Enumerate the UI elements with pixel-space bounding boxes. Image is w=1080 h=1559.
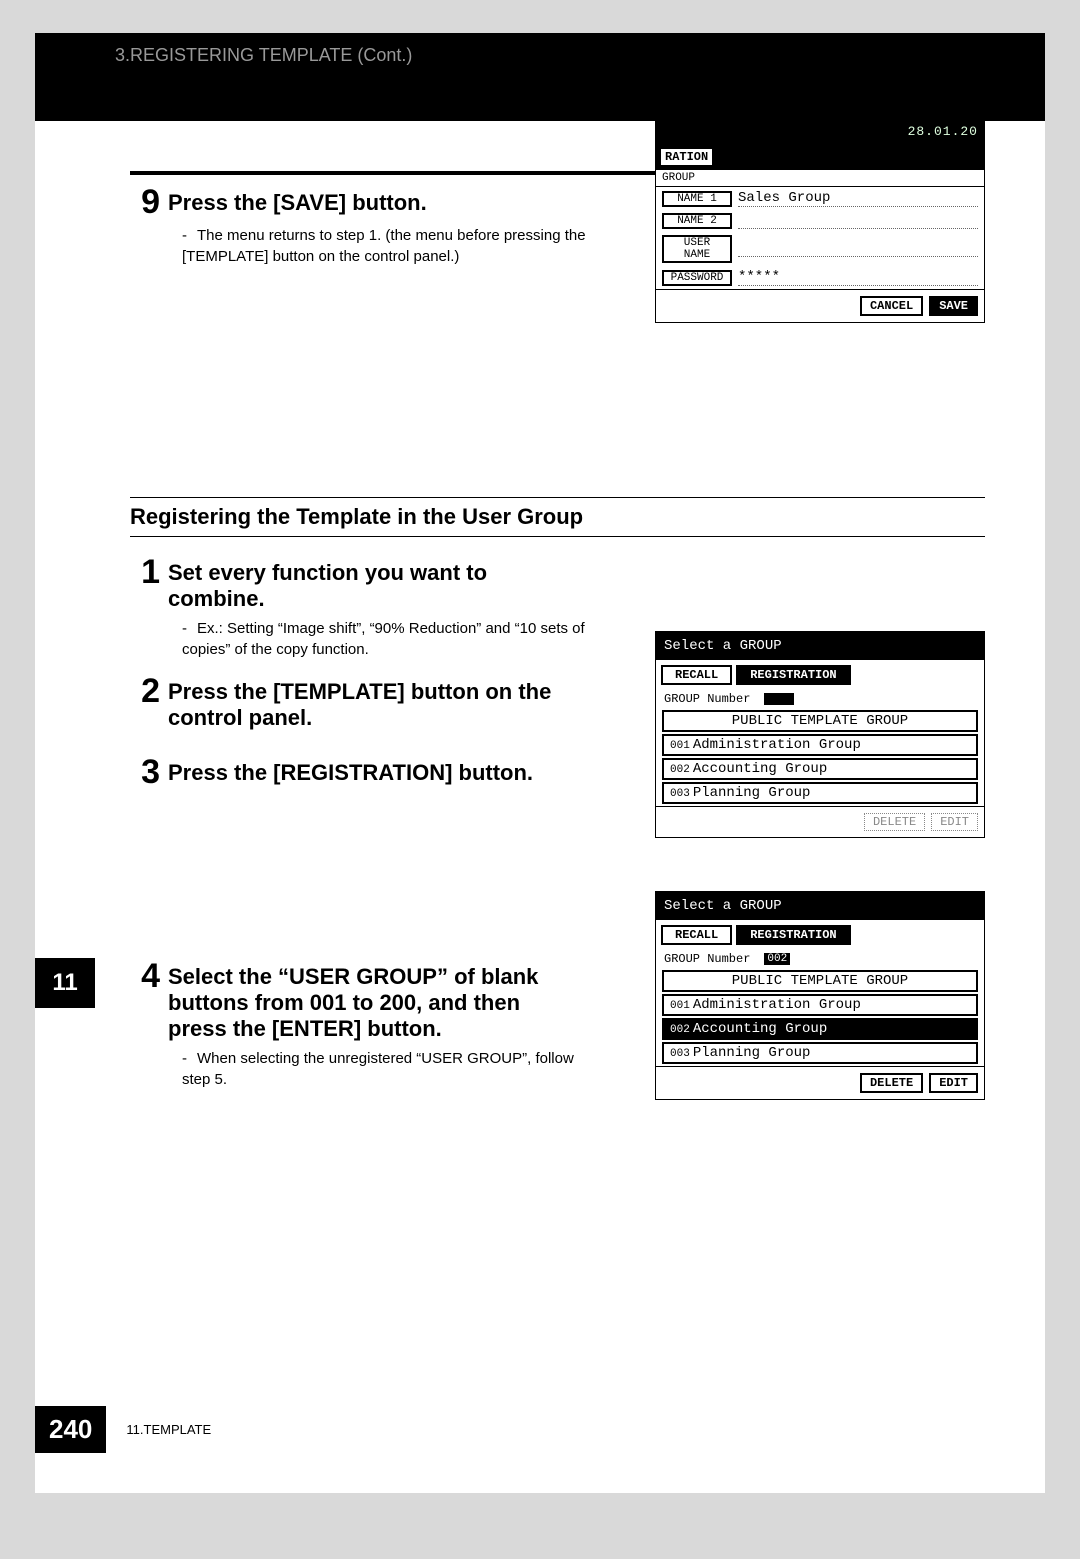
username-value [738,241,978,257]
page-number: 240 [35,1406,106,1453]
group-item-001[interactable]: 001Administration Group [662,734,978,756]
recall-tab[interactable]: RECALL [661,925,732,945]
group-name: Accounting Group [693,1021,827,1037]
group-number-label: GROUP Number [664,952,750,966]
group-number-label: GROUP Number [664,692,750,706]
registration-tab[interactable]: REGISTRATION [736,665,850,685]
cancel-button[interactable]: CANCEL [860,296,923,316]
select-group-panel-1: Select a GROUP RECALL REGISTRATION GROUP… [655,631,985,838]
group-name: Accounting Group [693,761,827,777]
password-value: ***** [738,269,978,286]
group-item-002[interactable]: 002Accounting Group [662,1018,978,1040]
step-number: 2 [130,674,168,708]
group-name: Planning Group [693,785,811,801]
name1-button[interactable]: NAME 1 [662,191,732,207]
section-heading: Registering the Template in the User Gro… [130,497,985,537]
step-bullet: When selecting the unregistered “USER GR… [182,1048,602,1090]
step-number: 4 [130,959,168,993]
step-title: Set every function you want to combine. [168,555,568,612]
step-title: Press the [REGISTRATION] button. [168,755,533,786]
step-bullet: The menu returns to step 1. (the menu be… [182,225,602,267]
name1-value: Sales Group [738,190,978,207]
group-save-panel: 28.01.20 RATION GROUP NAME 1 Sales Group… [655,121,985,323]
group-number-value [764,693,794,705]
step-number: 9 [130,185,168,219]
name2-button[interactable]: NAME 2 [662,213,732,229]
group-name: Administration Group [693,737,861,753]
group-item-003[interactable]: 003Planning Group [662,1042,978,1064]
public-template-group[interactable]: PUBLIC TEMPLATE GROUP [662,970,978,992]
header-breadcrumb: 3.REGISTERING TEMPLATE (Cont.) [115,45,412,65]
step-title: Select the “USER GROUP” of blank buttons… [168,959,548,1042]
panel-header: Select a GROUP [656,632,984,660]
step-title: Press the [SAVE] button. [168,185,427,216]
chapter-tab: 11 [35,958,95,1008]
group-name: Planning Group [693,1045,811,1061]
ration-tab[interactable]: RATION [659,147,714,167]
group-item-001[interactable]: 001Administration Group [662,994,978,1016]
group-item-002[interactable]: 002Accounting Group [662,758,978,780]
panel-date: 28.01.20 [908,124,978,139]
save-button[interactable]: SAVE [929,296,978,316]
delete-button: DELETE [864,813,925,831]
registration-tab[interactable]: REGISTRATION [736,925,850,945]
group-number: 002 [670,1024,690,1036]
panel-header: Select a GROUP [656,892,984,920]
step-bullet: Ex.: Setting “Image shift”, “90% Reducti… [182,618,602,660]
delete-button[interactable]: DELETE [860,1073,923,1093]
group-label: GROUP [656,170,984,187]
group-number: 001 [670,740,690,752]
select-group-panel-2: Select a GROUP RECALL REGISTRATION GROUP… [655,891,985,1100]
group-number: 001 [670,1000,690,1012]
public-template-group[interactable]: PUBLIC TEMPLATE GROUP [662,710,978,732]
recall-tab[interactable]: RECALL [661,665,732,685]
footer-chapter: 11.TEMPLATE [126,1422,211,1437]
step-title: Press the [TEMPLATE] button on the contr… [168,674,568,731]
group-number-value: 002 [764,953,790,965]
username-button[interactable]: USER NAME [662,235,732,263]
password-button[interactable]: PASSWORD [662,270,732,286]
group-number: 003 [670,1048,690,1060]
group-item-003[interactable]: 003Planning Group [662,782,978,804]
group-name: Administration Group [693,997,861,1013]
step-number: 1 [130,555,168,589]
step-number: 3 [130,755,168,789]
group-number: 003 [670,788,690,800]
edit-button: EDIT [931,813,978,831]
name2-value [738,213,978,229]
edit-button[interactable]: EDIT [929,1073,978,1093]
group-number: 002 [670,764,690,776]
